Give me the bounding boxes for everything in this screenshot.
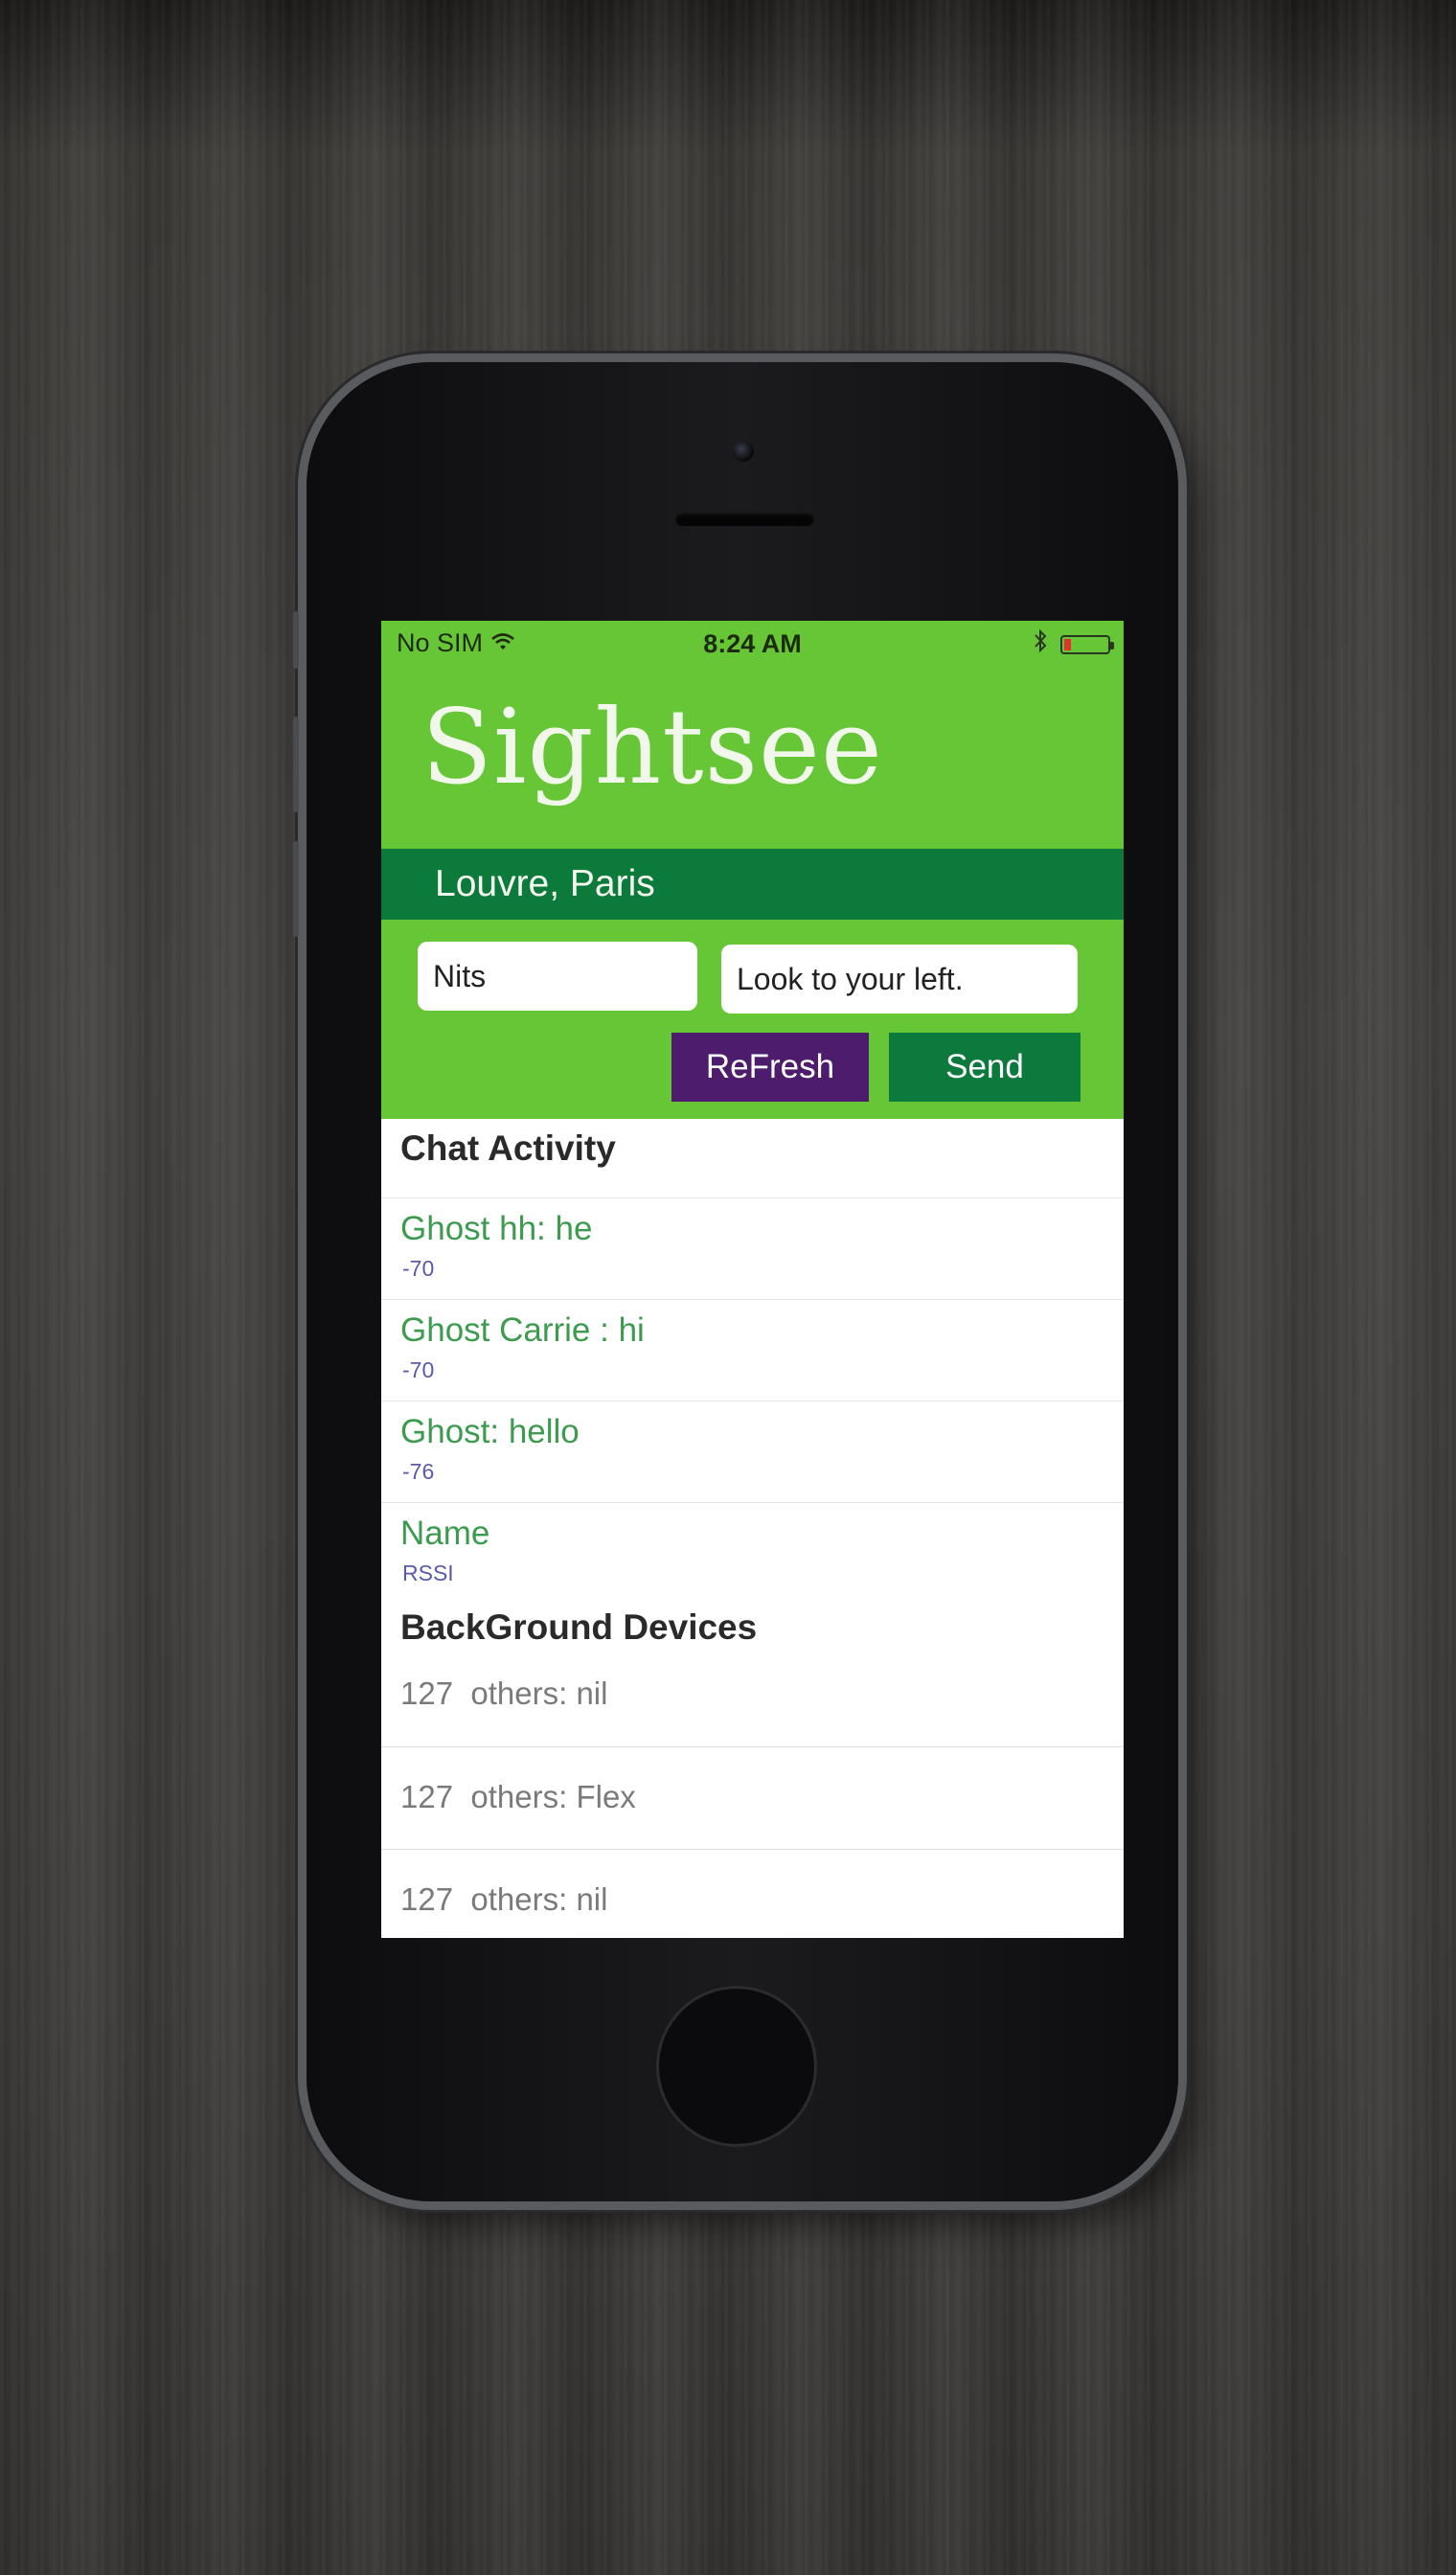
volume-down-button [293,841,299,937]
status-right [1034,628,1114,660]
battery-icon [1060,634,1114,654]
home-button[interactable] [659,1989,814,2144]
status-time: 8:24 AM [703,629,802,658]
bluetooth-icon [1034,628,1047,660]
status-bar: No SIM 8:24 AM [381,621,1124,663]
chat-message: Name [400,1515,490,1552]
location-bar: Louvre, Paris [381,849,1124,920]
chat-rssi: -70 [402,1256,435,1281]
battery-level-fill [1064,638,1072,650]
volume-up-button [293,717,299,812]
earpiece-speaker [675,513,814,526]
device-row[interactable]: 127 others: nil [381,1644,1124,1746]
chat-message: Ghost: hello [400,1413,580,1450]
background-devices-header: BackGround Devices [400,1607,758,1647]
refresh-button[interactable]: ReFresh [671,1033,869,1102]
chat-rssi: RSSI [402,1561,454,1585]
device-label: 127 others: Flex [400,1779,636,1814]
mute-switch [293,611,299,669]
activity-list[interactable]: Chat Activity Ghost hh: he -70 Ghost Car… [381,1119,1124,1938]
chat-message: Ghost Carrie : hi [400,1311,645,1349]
chat-activity-header: Chat Activity [400,1128,616,1168]
name-input[interactable]: Nits [418,942,697,1011]
phone-screen: No SIM 8:24 AM Sightsee Louvre, Paris Ni… [381,621,1124,1938]
chat-row[interactable]: Ghost Carrie : hi -70 [381,1299,1124,1401]
device-row[interactable]: 127 others: nil [381,1849,1124,1938]
chat-message: Ghost hh: he [400,1210,593,1247]
chat-rssi: -70 [402,1357,435,1382]
message-input[interactable]: Look to your left. [721,945,1078,1014]
chat-row[interactable]: Ghost hh: he -70 [381,1197,1124,1299]
device-label: 127 others: nil [400,1675,608,1711]
chat-row[interactable]: Ghost: hello -76 [381,1401,1124,1502]
location-label: Louvre, Paris [435,863,655,904]
phone-device: No SIM 8:24 AM Sightsee Louvre, Paris Ni… [293,362,1178,2201]
chat-rssi: -76 [402,1459,435,1484]
app-title: Sightsee [421,688,883,808]
chat-row[interactable]: Name RSSI [381,1502,1124,1604]
app-header: No SIM 8:24 AM Sightsee Louvre, Paris Ni… [381,621,1124,1119]
front-camera [733,441,754,462]
device-row[interactable]: 127 others: Flex [381,1746,1124,1849]
send-button[interactable]: Send [889,1033,1081,1102]
device-label: 127 others: nil [400,1881,608,1917]
